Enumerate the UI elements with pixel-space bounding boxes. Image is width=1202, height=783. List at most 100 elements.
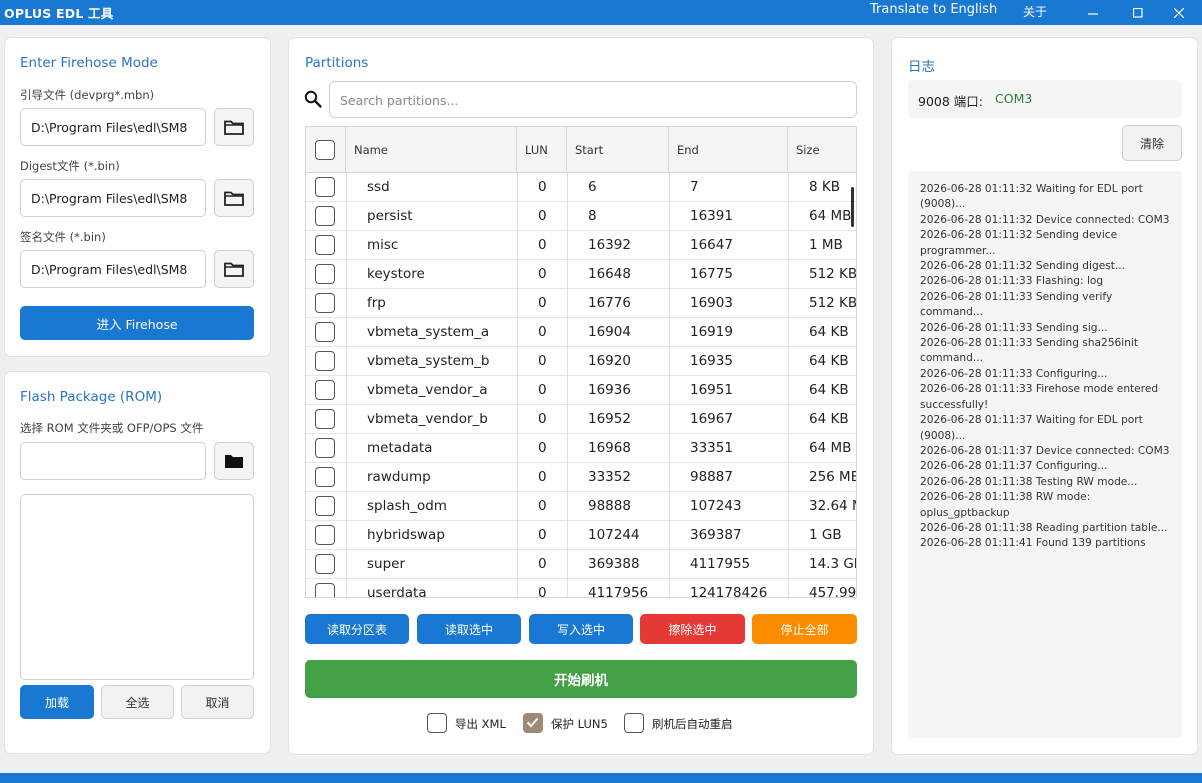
log-line: 2026-06-28 01:11:32 Sending device progr… <box>920 229 1118 257</box>
select-all-checkbox[interactable] <box>315 140 335 160</box>
table-row[interactable]: persist 0 8 16391 64 MB <box>306 202 856 231</box>
digest-path-field[interactable]: D:\Program Files\edl\SM8 <box>20 179 206 217</box>
row-checkbox[interactable] <box>315 525 335 545</box>
table-row[interactable]: frp 0 16776 16903 512 KB <box>306 289 856 318</box>
load-button[interactable]: 加载 <box>20 685 94 719</box>
row-checkbox[interactable] <box>315 554 335 574</box>
erase-selected-button[interactable]: 擦除选中 <box>640 614 745 644</box>
maximize-icon[interactable] <box>1115 0 1161 25</box>
vertical-scrollbar[interactable] <box>851 187 854 227</box>
cell-size: 64 MB <box>809 440 852 456</box>
row-checkbox[interactable] <box>315 351 335 371</box>
table-row[interactable]: metadata 0 16968 33351 64 MB <box>306 434 856 463</box>
table-row[interactable]: hybridswap 0 107244 369387 1 GB <box>306 521 856 550</box>
column-end[interactable]: End <box>669 127 788 173</box>
cell-size: 1 GB <box>809 527 842 543</box>
cell-lun: 0 <box>538 324 547 340</box>
table-row[interactable]: vbmeta_vendor_b 0 16952 16967 64 KB <box>306 405 856 434</box>
log-line: 2026-06-28 01:11:33 Sending verify comma… <box>920 290 1113 319</box>
row-checkbox[interactable] <box>315 496 335 516</box>
cell-lun: 0 <box>538 498 547 514</box>
cell-start: 16648 <box>588 266 631 282</box>
table-row[interactable]: ssd 0 6 7 8 KB <box>306 173 856 202</box>
cell-end: 16967 <box>690 411 733 427</box>
table-row[interactable]: userdata 0 4117956 124178426 457.99 GB <box>306 579 857 598</box>
cell-size: 1 MB <box>809 237 843 253</box>
row-checkbox[interactable] <box>315 583 335 597</box>
table-row[interactable]: misc 0 16392 16647 1 MB <box>306 231 856 260</box>
table-row[interactable]: keystore 0 16648 16775 512 KB <box>306 260 857 289</box>
loader-path-field[interactable]: D:\Program Files\edl\SM8 <box>20 108 206 146</box>
app-title: OPLUS EDL 工具 <box>4 6 114 21</box>
row-checkbox[interactable] <box>315 293 335 313</box>
row-checkbox[interactable] <box>315 409 335 429</box>
table-row[interactable]: super 0 369388 4117955 14.3 GB <box>306 550 856 579</box>
about-menu[interactable]: 关于 <box>1023 3 1047 20</box>
partitions-title: Partitions <box>305 55 369 71</box>
row-checkbox[interactable] <box>315 380 335 400</box>
cell-size: 64 MB <box>809 208 852 224</box>
enter-firehose-button[interactable]: 进入 Firehose <box>20 306 254 340</box>
export-xml-checkbox[interactable] <box>427 713 447 733</box>
column-start[interactable]: Start <box>567 127 669 173</box>
column-name[interactable]: Name <box>346 127 517 173</box>
export-xml-label: 导出 XML <box>455 717 506 731</box>
cell-start: 16392 <box>588 237 631 253</box>
log-line: 2026-06-28 01:11:32 Device connected: CO… <box>920 213 1170 226</box>
cell-name: userdata <box>367 585 427 598</box>
row-checkbox[interactable] <box>315 467 335 487</box>
table-row[interactable]: vbmeta_system_b 0 16920 16935 64 KB <box>306 347 856 376</box>
column-size[interactable]: Size <box>788 127 856 173</box>
sig-path-field[interactable]: D:\Program Files\edl\SM8 <box>20 250 206 288</box>
cell-lun: 0 <box>538 353 547 369</box>
read-selected-button[interactable]: 读取选中 <box>417 614 521 644</box>
stop-all-button[interactable]: 停止全部 <box>752 614 857 644</box>
partition-search-input[interactable]: Search partitions... <box>329 81 857 118</box>
close-icon[interactable] <box>1156 0 1202 25</box>
log-line: 2026-06-28 01:11:38 Testing RW mode... <box>920 475 1138 488</box>
table-row[interactable]: vbmeta_vendor_a 0 16936 16951 64 KB <box>306 376 856 405</box>
cell-end: 33351 <box>690 440 733 456</box>
auto-reboot-checkbox[interactable] <box>624 713 644 733</box>
table-row[interactable]: rawdump 0 33352 98887 256 MB <box>306 463 856 492</box>
cell-start: 8 <box>588 208 597 224</box>
loader-browse-button[interactable] <box>214 108 254 146</box>
minimize-icon[interactable] <box>1070 0 1116 25</box>
digest-browse-button[interactable] <box>214 179 254 217</box>
protect-lun5-checkbox[interactable] <box>523 713 543 733</box>
rom-path-field[interactable] <box>20 442 206 480</box>
table-row[interactable]: splash_odm 0 98888 107243 32.64 MB <box>306 492 856 521</box>
cell-name: vbmeta_vendor_b <box>367 411 488 427</box>
cell-name: frp <box>367 295 386 311</box>
sig-browse-button[interactable] <box>214 250 254 288</box>
cancel-button[interactable]: 取消 <box>181 685 254 719</box>
table-row[interactable]: vbmeta_system_a 0 16904 16919 64 KB <box>306 318 856 347</box>
row-checkbox[interactable] <box>315 264 335 284</box>
cell-end: 107243 <box>690 498 742 514</box>
read-partition-table-button[interactable]: 读取分区表 <box>305 614 409 644</box>
auto-reboot-label: 刷机后自动重启 <box>652 717 733 731</box>
column-lun[interactable]: LUN <box>517 127 567 173</box>
cell-lun: 0 <box>538 469 547 485</box>
row-checkbox[interactable] <box>315 438 335 458</box>
row-checkbox[interactable] <box>315 322 335 342</box>
cell-name: metadata <box>367 440 433 456</box>
row-checkbox[interactable] <box>315 235 335 255</box>
cell-name: rawdump <box>367 469 431 485</box>
log-line: 2026-06-28 01:11:33 Sending sha256init c… <box>920 337 1139 365</box>
select-all-button[interactable]: 全选 <box>101 685 174 719</box>
horizontal-scrollbar[interactable] <box>322 597 842 598</box>
row-checkbox[interactable] <box>315 177 335 197</box>
rom-browse-button[interactable] <box>214 442 254 480</box>
cell-start: 98888 <box>588 498 631 514</box>
start-flash-button[interactable]: 开始刷机 <box>305 660 857 698</box>
clear-log-button[interactable]: 清除 <box>1122 125 1182 161</box>
write-selected-button[interactable]: 写入选中 <box>529 614 633 644</box>
rom-file-list[interactable] <box>20 494 254 680</box>
cell-size: 512 KB <box>809 266 857 282</box>
cell-end: 369387 <box>690 527 742 543</box>
row-checkbox[interactable] <box>315 206 335 226</box>
cell-lun: 0 <box>538 440 547 456</box>
cell-size: 457.99 GB <box>809 585 857 598</box>
translate-link[interactable]: Translate to English <box>870 2 997 17</box>
